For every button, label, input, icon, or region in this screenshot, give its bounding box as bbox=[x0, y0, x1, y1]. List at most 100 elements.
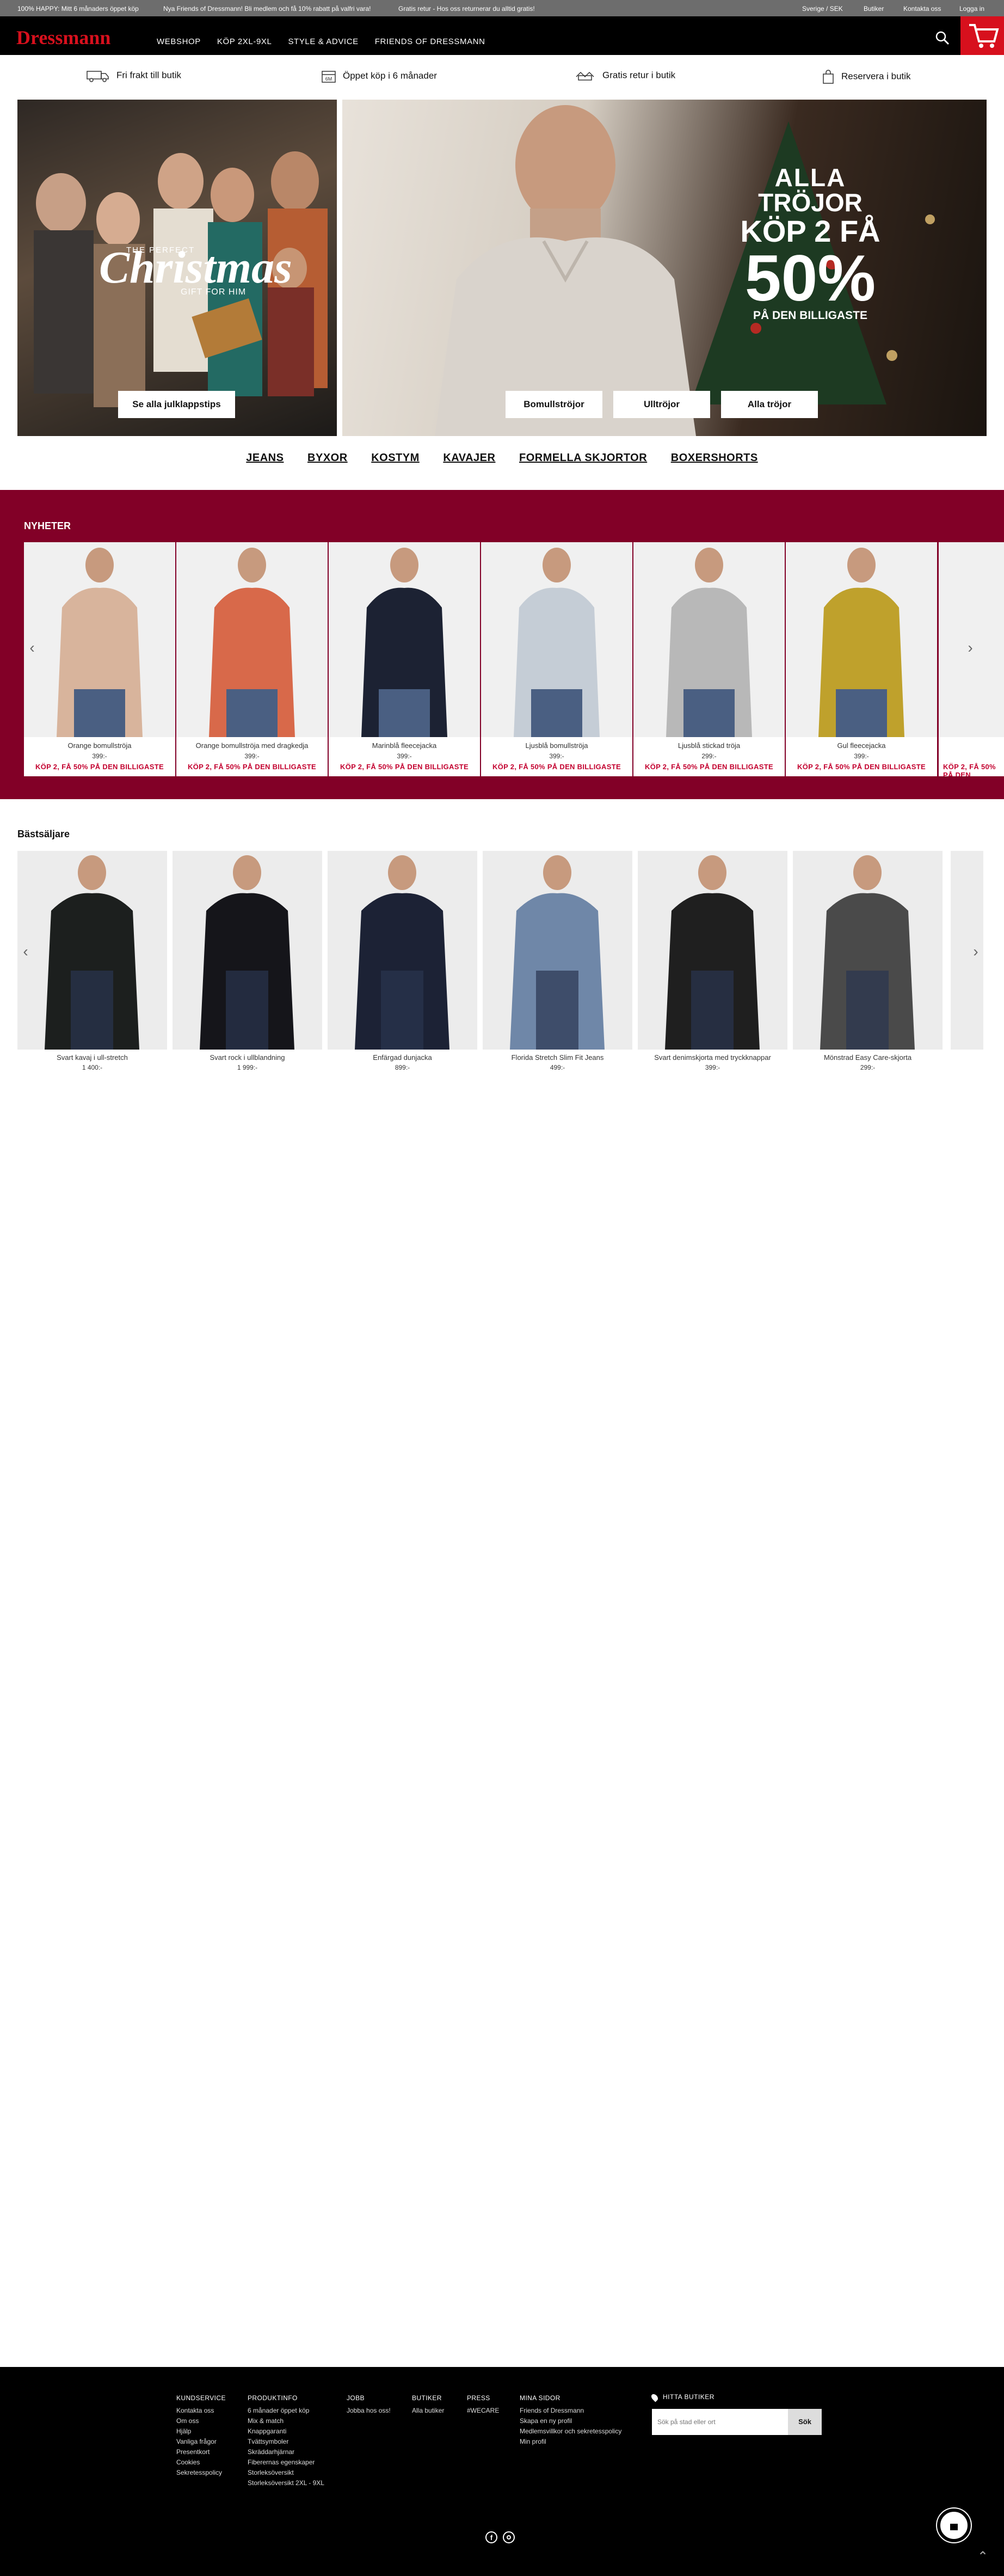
return-icon bbox=[576, 71, 594, 81]
nav-link-webshop[interactable]: WEBSHOP bbox=[157, 37, 201, 46]
product-name: Enfärgad dunjacka bbox=[373, 1053, 432, 1062]
footer-link[interactable]: Tvättsymboler bbox=[248, 2437, 324, 2447]
bestsellers-title: Bästsäljare bbox=[17, 829, 70, 839]
usp-reserve: Reservera i butik bbox=[822, 69, 911, 84]
usp-free-return: Gratis retur i butik bbox=[574, 69, 675, 82]
all-gift-tips-button[interactable]: Se alla julklappstips bbox=[118, 391, 235, 418]
store-search-button[interactable]: Sök bbox=[788, 2408, 822, 2435]
bestseller-product-card[interactable]: Svart kavaj i ull-stretch 1 400:- bbox=[17, 851, 167, 1071]
hero-christmas-banner[interactable]: THE PERFECT Christmas GIFT FOR HIM Se al… bbox=[17, 100, 337, 436]
product-name: Orange bomullströja med dragkedja bbox=[195, 741, 309, 750]
product-image bbox=[24, 542, 175, 737]
scroll-to-top-button[interactable]: ⌃ bbox=[972, 2549, 994, 2571]
nav-links: WEBSHOP KÖP 2XL-9XL STYLE & ADVICE FRIEN… bbox=[157, 37, 485, 46]
instagram-icon[interactable] bbox=[503, 2531, 515, 2543]
footer-link[interactable]: Skapa en ny profil bbox=[520, 2416, 621, 2426]
promo-happy[interactable]: 100% HAPPY: Mitt 6 månaders öppet köp bbox=[17, 5, 139, 13]
nav-link-style-advice[interactable]: STYLE & ADVICE bbox=[288, 37, 358, 46]
hero-left-sub2: GIFT FOR HIM bbox=[181, 287, 247, 297]
news-next-arrow[interactable]: › bbox=[962, 637, 978, 659]
svg-text:6M: 6M bbox=[325, 76, 332, 82]
footer-link[interactable]: Hjälp bbox=[176, 2426, 226, 2437]
footer-link[interactable]: Presentkort bbox=[176, 2447, 226, 2457]
news-section: NYHETER Orange bomullströja 399:- KÖP 2,… bbox=[0, 490, 1004, 799]
category-kostym[interactable]: KOSTYM bbox=[371, 452, 420, 464]
promo-return[interactable]: Gratis retur - Hos oss returnerar du all… bbox=[398, 5, 535, 13]
footer-column-title: KUNDSERVICE bbox=[176, 2394, 226, 2402]
category-jeans[interactable]: JEANS bbox=[246, 452, 284, 464]
product-photo bbox=[514, 548, 600, 737]
news-product-card[interactable]: Ljusblå bomullströja 399:- KÖP 2, FÅ 50%… bbox=[481, 542, 632, 776]
hero-sweaters-banner[interactable]: ALLA TRÖJOR KÖP 2 FÅ 50% PÅ DEN BILLIGAS… bbox=[342, 100, 987, 436]
usp-free-shipping: Fri frakt till butik bbox=[86, 69, 181, 82]
stores-link[interactable]: Butiker bbox=[864, 5, 884, 13]
product-image bbox=[328, 851, 477, 1050]
category-kavajer[interactable]: KAVAJER bbox=[443, 452, 495, 464]
footer-link[interactable]: Cookies bbox=[176, 2457, 226, 2468]
truck-icon bbox=[87, 71, 109, 82]
category-formella-skjortor[interactable]: FORMELLA SKJORTOR bbox=[519, 452, 647, 464]
product-price: 399:- bbox=[854, 752, 869, 760]
all-sweaters-button[interactable]: Alla tröjor bbox=[721, 391, 818, 418]
footer-link[interactable]: Storleksöversikt bbox=[248, 2468, 324, 2478]
footer-link[interactable]: Jobba hos oss! bbox=[347, 2406, 391, 2416]
bestseller-product-card[interactable]: Svart denimskjorta med tryckknappar 399:… bbox=[638, 851, 787, 1071]
region-selector[interactable]: Sverige / SEK bbox=[802, 5, 843, 13]
product-image bbox=[786, 542, 937, 737]
product-name: Ljusblå stickad tröja bbox=[677, 741, 741, 750]
find-store-title: HITTA BUTIKER bbox=[663, 2393, 714, 2401]
footer-link[interactable]: Min profil bbox=[520, 2437, 621, 2447]
category-boxershorts[interactable]: BOXERSHORTS bbox=[671, 452, 758, 464]
news-card-partial[interactable]: KÖP 2, FÅ 50% PÅ DEN BILLIGASTE bbox=[939, 542, 1004, 776]
product-image bbox=[481, 542, 632, 737]
main-navigation: Dressmann WEBSHOP KÖP 2XL-9XL STYLE & AD… bbox=[0, 16, 1004, 55]
footer-link[interactable]: Kontakta oss bbox=[176, 2406, 226, 2416]
promo-friends[interactable]: Nya Friends of Dressmann! Bli medlem och… bbox=[163, 5, 371, 13]
footer-link[interactable]: Medlemsvillkor och sekretesspolicy bbox=[520, 2426, 621, 2437]
news-product-card[interactable]: Gul fleecejacka 399:- KÖP 2, FÅ 50% PÅ D… bbox=[786, 542, 937, 776]
nav-link-2xl-9xl[interactable]: KÖP 2XL-9XL bbox=[217, 37, 272, 46]
footer-link[interactable]: Vanliga frågor bbox=[176, 2437, 226, 2447]
footer-link[interactable]: Knappgaranti bbox=[248, 2426, 324, 2437]
product-name: Mönstrad Easy Care-skjorta bbox=[823, 1053, 912, 1062]
bestseller-product-card[interactable]: Enfärgad dunjacka 899:- bbox=[328, 851, 477, 1071]
footer-link[interactable]: Alla butiker bbox=[412, 2406, 444, 2416]
login-link[interactable]: Logga in bbox=[959, 5, 984, 13]
category-byxor[interactable]: BYXOR bbox=[307, 452, 348, 464]
footer-link[interactable]: Sekretesspolicy bbox=[176, 2468, 226, 2478]
cart-button[interactable] bbox=[960, 16, 1004, 55]
facebook-icon[interactable]: f bbox=[485, 2531, 497, 2543]
bestsellers-next-arrow[interactable]: › bbox=[968, 941, 984, 962]
news-product-card[interactable]: Marinblå fleecejacka 399:- KÖP 2, FÅ 50%… bbox=[329, 542, 480, 776]
footer-link[interactable]: Storleksöversikt 2XL - 9XL bbox=[248, 2478, 324, 2488]
trusted-shop-badge-icon bbox=[937, 2508, 971, 2542]
footer-link[interactable]: 6 månader öppet köp bbox=[248, 2406, 324, 2416]
product-name: Marinblå fleecejacka bbox=[372, 741, 437, 750]
footer-link[interactable]: Om oss bbox=[176, 2416, 226, 2426]
news-product-card[interactable]: Orange bomullströja med dragkedja 399:- … bbox=[176, 542, 328, 776]
footer-link[interactable]: Fiberernas egenskaper bbox=[248, 2457, 324, 2468]
bestseller-product-card[interactable]: Mönstrad Easy Care-skjorta 299:- bbox=[793, 851, 943, 1071]
search-icon[interactable] bbox=[935, 30, 950, 46]
news-product-card[interactable]: Orange bomullströja 399:- KÖP 2, FÅ 50% … bbox=[24, 542, 175, 776]
footer-column-title: MINA SIDOR bbox=[520, 2394, 560, 2402]
footer-link[interactable]: #WECARE bbox=[467, 2406, 499, 2416]
footer-link[interactable]: Friends of Dressmann bbox=[520, 2406, 621, 2416]
nav-link-friends[interactable]: FRIENDS OF DRESSMANN bbox=[375, 37, 485, 46]
store-search-input[interactable] bbox=[652, 2408, 788, 2435]
footer-column: PRODUKTINFO 6 månader öppet köp Mix & matc… bbox=[248, 2393, 324, 2488]
bestseller-product-card[interactable]: Florida Stretch Slim Fit Jeans 499:- bbox=[483, 851, 632, 1071]
product-photo bbox=[361, 548, 447, 737]
footer-link[interactable]: Mix & match bbox=[248, 2416, 324, 2426]
footer: KUNDSERVICE Kontakta oss Om oss Hjälp Vanlig… bbox=[0, 2367, 1004, 2576]
bestsellers-prev-arrow[interactable]: ‹ bbox=[17, 941, 34, 962]
contact-link[interactable]: Kontakta oss bbox=[903, 5, 941, 13]
dressmann-logo[interactable]: Dressmann bbox=[16, 26, 110, 49]
news-prev-arrow[interactable]: ‹ bbox=[24, 637, 40, 659]
bestseller-product-card[interactable]: Svart rock i ullblandning 1 999:- bbox=[173, 851, 322, 1071]
news-product-card[interactable]: Ljusblå stickad tröja 299:- KÖP 2, FÅ 50… bbox=[633, 542, 785, 776]
footer-link[interactable]: Skräddarhjärnar bbox=[248, 2447, 324, 2457]
wool-sweaters-button[interactable]: Ulltröjor bbox=[613, 391, 710, 418]
product-photo bbox=[355, 855, 449, 1050]
cotton-sweaters-button[interactable]: Bomullströjor bbox=[506, 391, 602, 418]
